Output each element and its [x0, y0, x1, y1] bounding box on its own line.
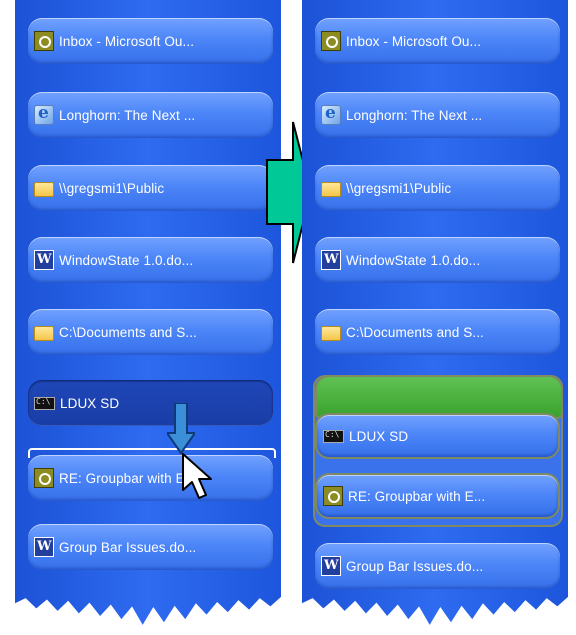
outlook-icon [34, 31, 54, 51]
outlook-icon [321, 31, 341, 51]
groupbar-before: Inbox - Microsoft Ou... Longhorn: The Ne… [15, 0, 281, 635]
cmd-icon [34, 396, 55, 410]
taskbar-button-inbox[interactable]: Inbox - Microsoft Ou... [28, 18, 273, 64]
ie-icon [321, 103, 341, 125]
taskbar-button-longhorn[interactable]: Longhorn: The Next ... [315, 92, 560, 138]
taskbar-button-longhorn[interactable]: Longhorn: The Next ... [28, 92, 273, 138]
taskbar-button-label: C:\Documents and S... [59, 324, 197, 340]
taskbar-button-documents[interactable]: C:\Documents and S... [315, 309, 560, 355]
taskbar-button-label: WindowState 1.0.do... [59, 252, 194, 268]
taskbar-button-label: RE: Groupbar with E... [348, 488, 486, 504]
taskbar-button-label: Inbox - Microsoft Ou... [59, 33, 195, 49]
taskbar-button-label: \\gregsmi1\Public [346, 180, 452, 196]
taskbar-button-re-groupbar[interactable]: RE: Groupbar with E... [315, 473, 560, 519]
taskbar-button-label: Group Bar Issues.do... [59, 539, 197, 555]
taskbar-button-inbox[interactable]: Inbox - Microsoft Ou... [315, 18, 560, 64]
taskbar-button-label: LDUX SD [60, 395, 120, 411]
groupbar-after: Inbox - Microsoft Ou... Longhorn: The Ne… [302, 0, 568, 635]
taskbar-button-group-bar-issues[interactable]: Group Bar Issues.do... [28, 524, 273, 570]
taskbar-button-label: Group Bar Issues.do... [346, 558, 484, 574]
taskbar-button-documents[interactable]: C:\Documents and S... [28, 309, 273, 355]
word-icon [34, 537, 54, 557]
taskbar-button-label: Longhorn: The Next ... [346, 107, 483, 123]
ie-icon [34, 103, 54, 125]
taskbar-button-label: C:\Documents and S... [346, 324, 484, 340]
taskbar-button-public-folder[interactable]: \\gregsmi1\Public [315, 165, 560, 211]
mouse-pointer-icon [182, 453, 212, 499]
outlook-icon [34, 468, 54, 488]
folder-icon [34, 325, 54, 341]
word-icon [34, 250, 54, 270]
taskbar-button-ldux-sd[interactable]: LDUX SD [315, 413, 560, 459]
outlook-icon [323, 486, 343, 506]
taskbar-button-re-groupbar[interactable]: RE: Groupbar with E... [28, 455, 273, 501]
taskbar-button-ldux-sd[interactable]: LDUX SD [28, 380, 273, 426]
down-arrow-icon [167, 403, 195, 455]
folder-icon [321, 325, 341, 341]
taskbar-button-public-folder[interactable]: \\gregsmi1\Public [28, 165, 273, 211]
taskbar-button-windowstate[interactable]: WindowState 1.0.do... [28, 237, 273, 283]
taskbar-button-label: Longhorn: The Next ... [59, 107, 196, 123]
taskbar-button-label: WindowState 1.0.do... [346, 252, 481, 268]
taskbar-button-label: Inbox - Microsoft Ou... [346, 33, 482, 49]
taskbar-button-label: \\gregsmi1\Public [59, 180, 165, 196]
taskbar-button-label: RE: Groupbar with E... [59, 470, 197, 486]
word-icon [321, 556, 341, 576]
folder-icon [34, 181, 54, 197]
cmd-icon [323, 429, 344, 443]
taskbar-button-group-bar-issues[interactable]: Group Bar Issues.do... [315, 543, 560, 589]
taskbar-button-windowstate[interactable]: WindowState 1.0.do... [315, 237, 560, 283]
word-icon [321, 250, 341, 270]
folder-icon [321, 181, 341, 197]
taskbar-button-label: LDUX SD [349, 428, 409, 444]
